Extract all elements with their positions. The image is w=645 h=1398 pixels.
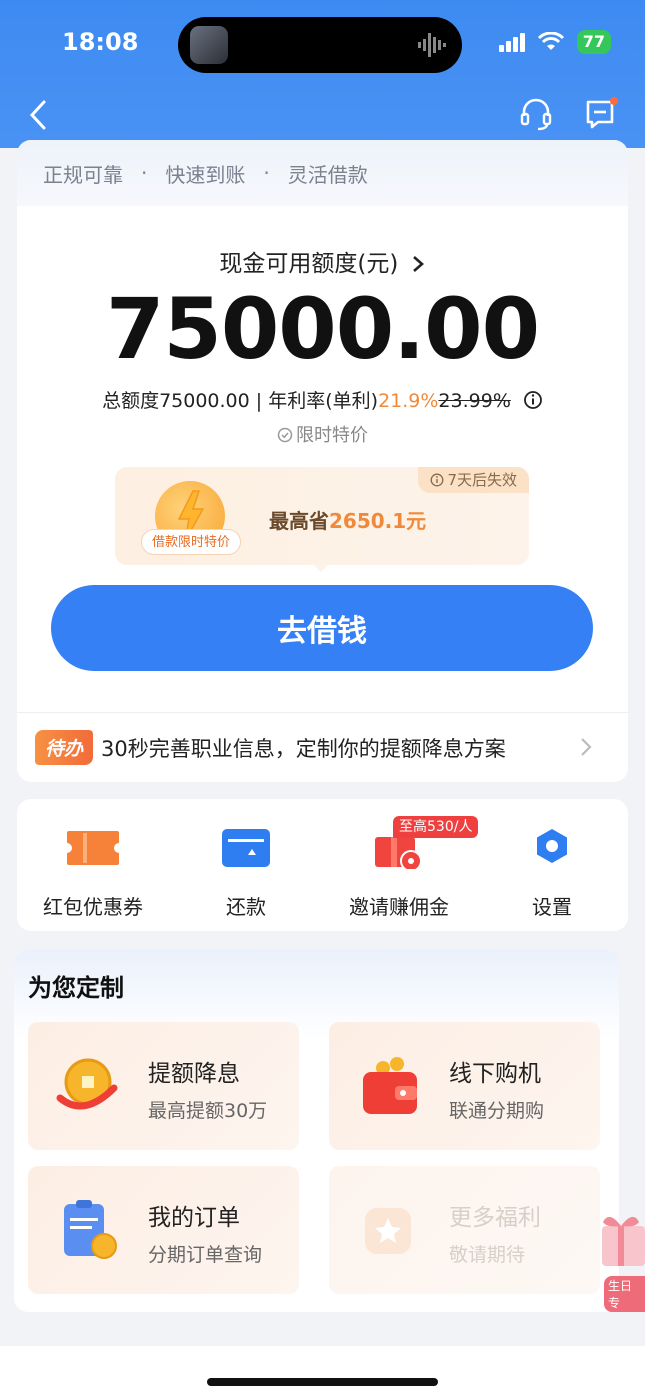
- tile-subtitle: 最高提额30万: [148, 1100, 268, 1122]
- credit-label-link[interactable]: 现金可用额度(元): [17, 244, 628, 278]
- floating-gift-label: 生日专: [604, 1276, 645, 1312]
- tagline-item: 正规可靠: [43, 162, 123, 187]
- rate-value: 21.9%: [378, 390, 439, 412]
- star-icon: [365, 1208, 411, 1254]
- section-title: 为您定制: [28, 974, 124, 1002]
- limited-text: 限时特价: [296, 425, 368, 446]
- borrow-button[interactable]: 去借钱: [51, 585, 593, 671]
- tagline-item: 快速到账: [165, 162, 246, 187]
- battery-indicator: 77: [576, 30, 611, 54]
- tile-subtitle: 敬请期待: [449, 1244, 526, 1266]
- home-bar-area: [0, 1346, 645, 1398]
- info-divider: |: [249, 390, 269, 412]
- tile-title: 线下购机: [449, 1061, 541, 1087]
- tile-title: 我的订单: [148, 1205, 240, 1231]
- customized-section: 为您定制 提额降息 最高提额30万 线下购机 联通分期购 我的订单 分期订单查询: [14, 950, 619, 1312]
- audio-wave-icon: [418, 33, 446, 57]
- todo-text: 30秒完善职业信息，定制你的提额降息方案: [101, 736, 506, 761]
- info-icon[interactable]: [523, 390, 543, 410]
- tile-title: 提额降息: [148, 1061, 240, 1087]
- tagline-bar: 正规可靠 · 快速到账 · 灵活借款: [17, 140, 628, 206]
- quick-action-label: 设置: [532, 895, 572, 919]
- credit-card: 正规可靠 · 快速到账 · 灵活借款 现金可用额度(元) 75000.00 总额…: [17, 140, 628, 782]
- promo-banner[interactable]: 7天后失效 借款限时特价 最高省2650.1元: [115, 467, 529, 565]
- tagline-separator: ·: [263, 161, 270, 185]
- tile-title: 更多福利: [449, 1205, 541, 1231]
- info-icon: [431, 473, 444, 487]
- tagline-item: 灵活借款: [287, 162, 368, 187]
- todo-row[interactable]: 待办 30秒完善职业信息，定制你的提额降息方案: [17, 713, 628, 782]
- rate-label: 年利率(单利): [268, 390, 379, 412]
- quick-action-settings[interactable]: 设置: [476, 799, 628, 931]
- header: 18:08 77: [0, 0, 645, 148]
- limited-price: 限时特价: [17, 421, 628, 447]
- quick-actions: 红包优惠券 还款 邀请赚佣金 设置: [17, 799, 628, 931]
- chevron-left-icon[interactable]: [24, 98, 54, 132]
- wallet-icon: [363, 1057, 417, 1114]
- chevron-right-icon: [412, 256, 424, 272]
- promo-save-amount: 2650.1元: [329, 509, 427, 533]
- quick-action-coupon[interactable]: 红包优惠券: [17, 799, 169, 931]
- credit-label: 现金可用额度(元): [219, 251, 399, 277]
- headset-icon[interactable]: [518, 96, 554, 132]
- status-icons: 77: [498, 30, 611, 54]
- promo-text: 最高省2650.1元: [269, 505, 426, 534]
- total-value: 75000.00: [159, 390, 250, 412]
- promo-tag: 借款限时特价: [141, 529, 241, 555]
- promo-expire: 7天后失效: [418, 467, 529, 493]
- quick-action-label: 邀请赚佣金: [349, 895, 449, 919]
- coin-arrow-icon: [56, 1058, 118, 1110]
- todo-badge: 待办: [35, 730, 94, 765]
- rate-original: 23.99%: [438, 390, 511, 412]
- tile-offline-phone[interactable]: 线下购机 联通分期购: [329, 1022, 600, 1150]
- quick-action-repay[interactable]: 还款: [170, 799, 322, 931]
- total-prefix: 总额度: [102, 390, 160, 412]
- promo-pointer: [313, 564, 329, 572]
- check-circle-icon: [277, 427, 293, 443]
- repay-icon: [222, 829, 270, 867]
- tagline-separator: ·: [141, 161, 148, 185]
- tile-credit-increase[interactable]: 提额降息 最高提额30万: [28, 1022, 299, 1150]
- tile-more-benefits: 更多福利 敬请期待: [329, 1166, 600, 1294]
- home-indicator[interactable]: [207, 1378, 438, 1386]
- quick-action-label: 红包优惠券: [43, 895, 143, 919]
- credit-amount: 75000.00: [105, 280, 540, 378]
- signal-icon: [498, 33, 525, 52]
- tile-subtitle: 联通分期购: [449, 1100, 545, 1122]
- promo-save-prefix: 最高省: [269, 509, 329, 533]
- invite-badge: 至高530/人: [393, 816, 479, 838]
- status-time: 18:08: [62, 28, 139, 56]
- chevron-right-icon: [581, 738, 592, 756]
- media-thumbnail: [190, 26, 228, 64]
- tile-my-orders[interactable]: 我的订单 分期订单查询: [28, 1166, 299, 1294]
- settings-icon: [537, 829, 567, 863]
- credit-info: 总额度75000.00 | 年利率(单利)21.9%23.99%: [17, 386, 628, 413]
- tile-subtitle: 分期订单查询: [148, 1244, 263, 1266]
- message-icon[interactable]: [584, 96, 620, 132]
- clipboard-icon: [64, 1200, 117, 1259]
- dynamic-island: [178, 17, 462, 73]
- coupon-icon: [67, 831, 119, 865]
- promo-expire-text: 7天后失效: [447, 471, 517, 489]
- wifi-icon: [537, 32, 564, 50]
- quick-action-label: 还款: [226, 895, 266, 919]
